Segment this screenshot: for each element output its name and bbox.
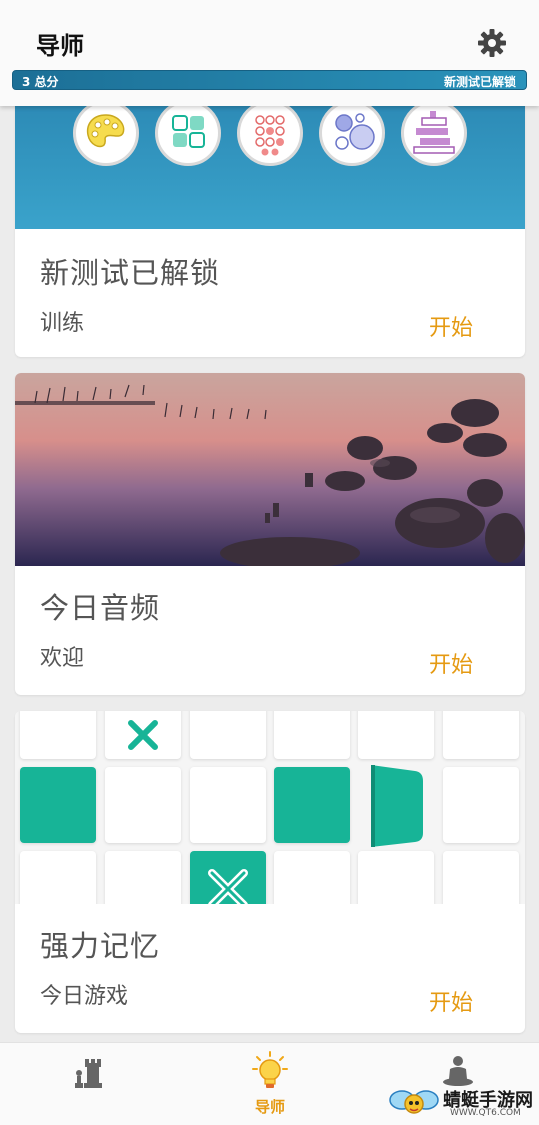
lake-sunset-photo <box>15 373 525 566</box>
dots-grid-icon <box>237 100 303 166</box>
chess-rook-icon <box>75 1059 102 1088</box>
palette-icon <box>73 100 139 166</box>
start-button[interactable]: 开始 <box>429 647 473 679</box>
app-bar: 导师 3 总分 新测试已解锁 <box>0 0 539 106</box>
site-watermark: 蜻蜓手游网 WWW.QT6.COM <box>388 1084 538 1122</box>
grid-tile-active <box>190 851 266 904</box>
card-title: 新测试已解锁 <box>40 256 221 290</box>
grid-tile <box>358 711 434 759</box>
dragonfly-logo-icon <box>389 1090 439 1114</box>
grid-tile <box>443 711 519 759</box>
unlock-label: 新测试已解锁 <box>443 75 516 89</box>
flipping-tile <box>371 765 423 847</box>
tiles-grid-icon <box>155 100 221 166</box>
memory-grid-image <box>15 711 525 904</box>
grid-tile <box>20 851 96 904</box>
card-title: 强力记忆 <box>40 929 161 963</box>
daily-audio-card[interactable]: 今日音频 欢迎 开始 <box>15 373 525 695</box>
card-subtitle: 今日游戏 <box>40 984 129 1009</box>
score-progress-bar: 3 总分 新测试已解锁 <box>12 70 527 90</box>
grid-tile <box>190 711 266 759</box>
grid-tile <box>443 767 519 843</box>
grid-tile-active <box>20 767 96 843</box>
start-button[interactable]: 开始 <box>429 985 473 1017</box>
gear-icon[interactable] <box>476 27 508 59</box>
card-title: 今日音频 <box>40 591 161 625</box>
grid-tile <box>358 851 434 904</box>
score-label: 3 总分 <box>22 75 59 89</box>
grid-tile-active <box>274 767 350 843</box>
bubbles-icon <box>319 100 385 166</box>
page-title: 导师 <box>36 32 84 60</box>
grid-tile <box>274 851 350 904</box>
grid-tile <box>20 711 96 759</box>
grid-tile <box>443 851 519 904</box>
grid-tile <box>105 711 181 759</box>
nav-item-coach[interactable]: 导师 <box>230 1043 310 1125</box>
nav-label: 导师 <box>254 1098 285 1116</box>
card-subtitle: 欢迎 <box>40 646 85 671</box>
nav-item-games[interactable] <box>50 1043 130 1125</box>
grid-tile <box>274 711 350 759</box>
grid-tile <box>105 851 181 904</box>
watermark-url: WWW.QT6.COM <box>450 1108 521 1118</box>
grid-tile <box>105 767 181 843</box>
grid-tile <box>190 767 266 843</box>
card-subtitle: 训练 <box>40 311 85 336</box>
memory-game-card[interactable]: 强力记忆 今日游戏 开始 <box>15 711 525 1033</box>
start-button[interactable]: 开始 <box>429 310 473 342</box>
lightbulb-icon <box>252 1051 288 1088</box>
new-test-card[interactable]: 新测试已解锁 训练 开始 <box>15 80 525 357</box>
stacked-blocks-icon <box>401 100 467 166</box>
